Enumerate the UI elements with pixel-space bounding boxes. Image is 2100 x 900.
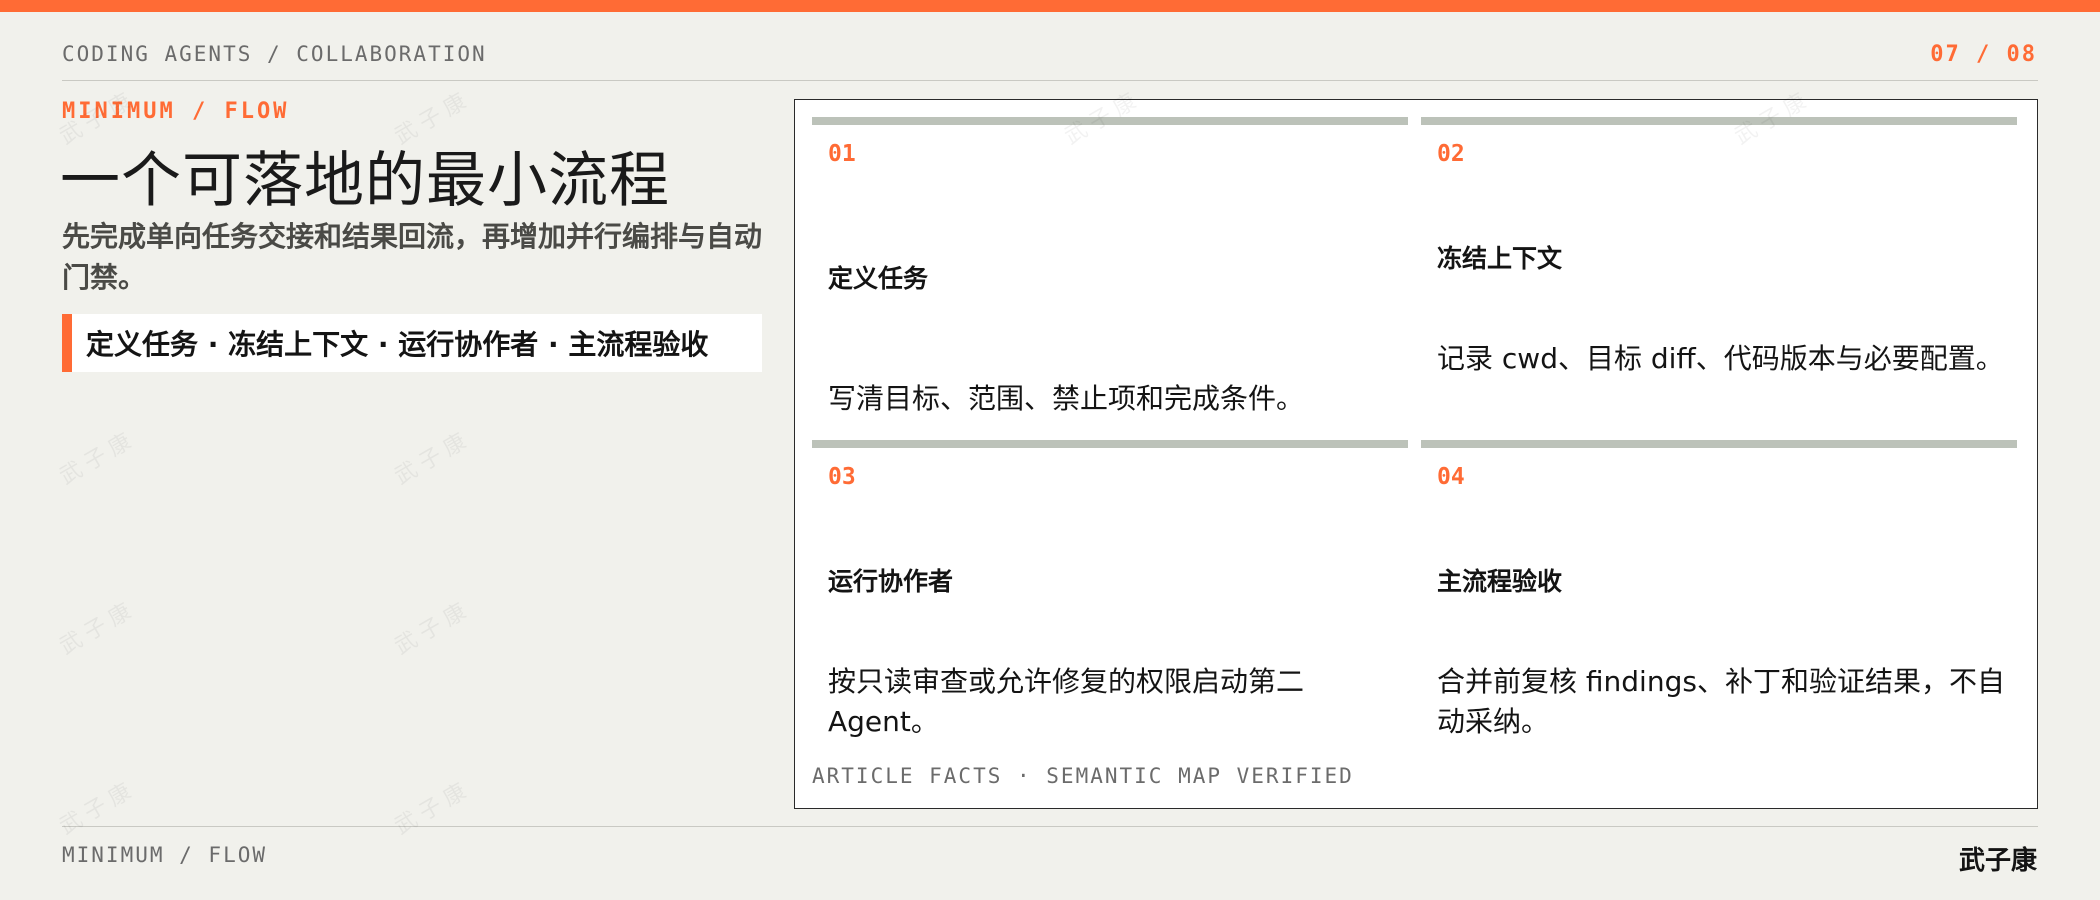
step-number: 01 bbox=[828, 141, 856, 167]
step-title: 运行协作者 bbox=[828, 567, 954, 596]
step-card-01: 01 定义任务 写清目标、范围、禁止项和完成条件。 bbox=[812, 117, 1408, 417]
footer-section-label: MINIMUM / FLOW bbox=[62, 843, 268, 867]
footer-divider bbox=[62, 826, 2038, 827]
step-title: 主流程验收 bbox=[1437, 567, 1563, 596]
card-footer-note: ARTICLE FACTS · SEMANTIC MAP VERIFIED bbox=[812, 764, 1354, 788]
watermark: 武子康 bbox=[390, 426, 476, 490]
step-card-02: 02 冻结上下文 记录 cwd、目标 diff、代码版本与必要配置。 bbox=[1421, 117, 2017, 417]
step-number: 04 bbox=[1437, 464, 1465, 490]
accent-top-bar bbox=[0, 0, 2100, 12]
watermark: 武子康 bbox=[55, 426, 141, 490]
watermark: 武子康 bbox=[55, 776, 141, 840]
flow-summary-text: 定义任务 · 冻结上下文 · 运行协作者 · 主流程验收 bbox=[86, 328, 709, 361]
watermark: 武子康 bbox=[390, 776, 476, 840]
step-number: 02 bbox=[1437, 141, 1465, 167]
step-description: 按只读审查或允许修复的权限启动第二 Agent。 bbox=[828, 665, 1305, 738]
section-breadcrumb: CODING AGENTS / COLLABORATION bbox=[62, 42, 487, 66]
flow-summary-callout: 定义任务 · 冻结上下文 · 运行协作者 · 主流程验收 bbox=[62, 314, 762, 372]
step-number: 03 bbox=[828, 464, 856, 490]
section-kicker: MINIMUM / FLOW bbox=[62, 99, 290, 124]
step-card-03: 03 运行协作者 按只读审查或允许修复的权限启动第二 Agent。 bbox=[812, 440, 1408, 740]
watermark: 武子康 bbox=[55, 596, 141, 660]
step-card-04: 04 主流程验收 合并前复核 findings、补丁和验证结果，不自动采纳。 bbox=[1421, 440, 2017, 740]
page-subtitle: 先完成单向任务交接和结果回流，再增加并行编排与自动门禁。 bbox=[62, 220, 763, 294]
step-description: 合并前复核 findings、补丁和验证结果，不自动采纳。 bbox=[1437, 665, 2005, 738]
step-description: 记录 cwd、目标 diff、代码版本与必要配置。 bbox=[1437, 342, 2004, 375]
watermark: 武子康 bbox=[390, 596, 476, 660]
footer-author: 武子康 bbox=[1958, 846, 2037, 876]
step-description: 写清目标、范围、禁止项和完成条件。 bbox=[828, 382, 1305, 415]
header-divider bbox=[62, 80, 2038, 81]
step-title: 冻结上下文 bbox=[1437, 244, 1563, 273]
step-title: 定义任务 bbox=[828, 264, 929, 293]
page-title: 一个可落地的最小流程 bbox=[60, 146, 670, 216]
page-counter: 07 / 08 bbox=[1930, 42, 2037, 67]
flow-steps-card: 01 定义任务 写清目标、范围、禁止项和完成条件。 02 冻结上下文 记录 cw… bbox=[794, 99, 2038, 809]
